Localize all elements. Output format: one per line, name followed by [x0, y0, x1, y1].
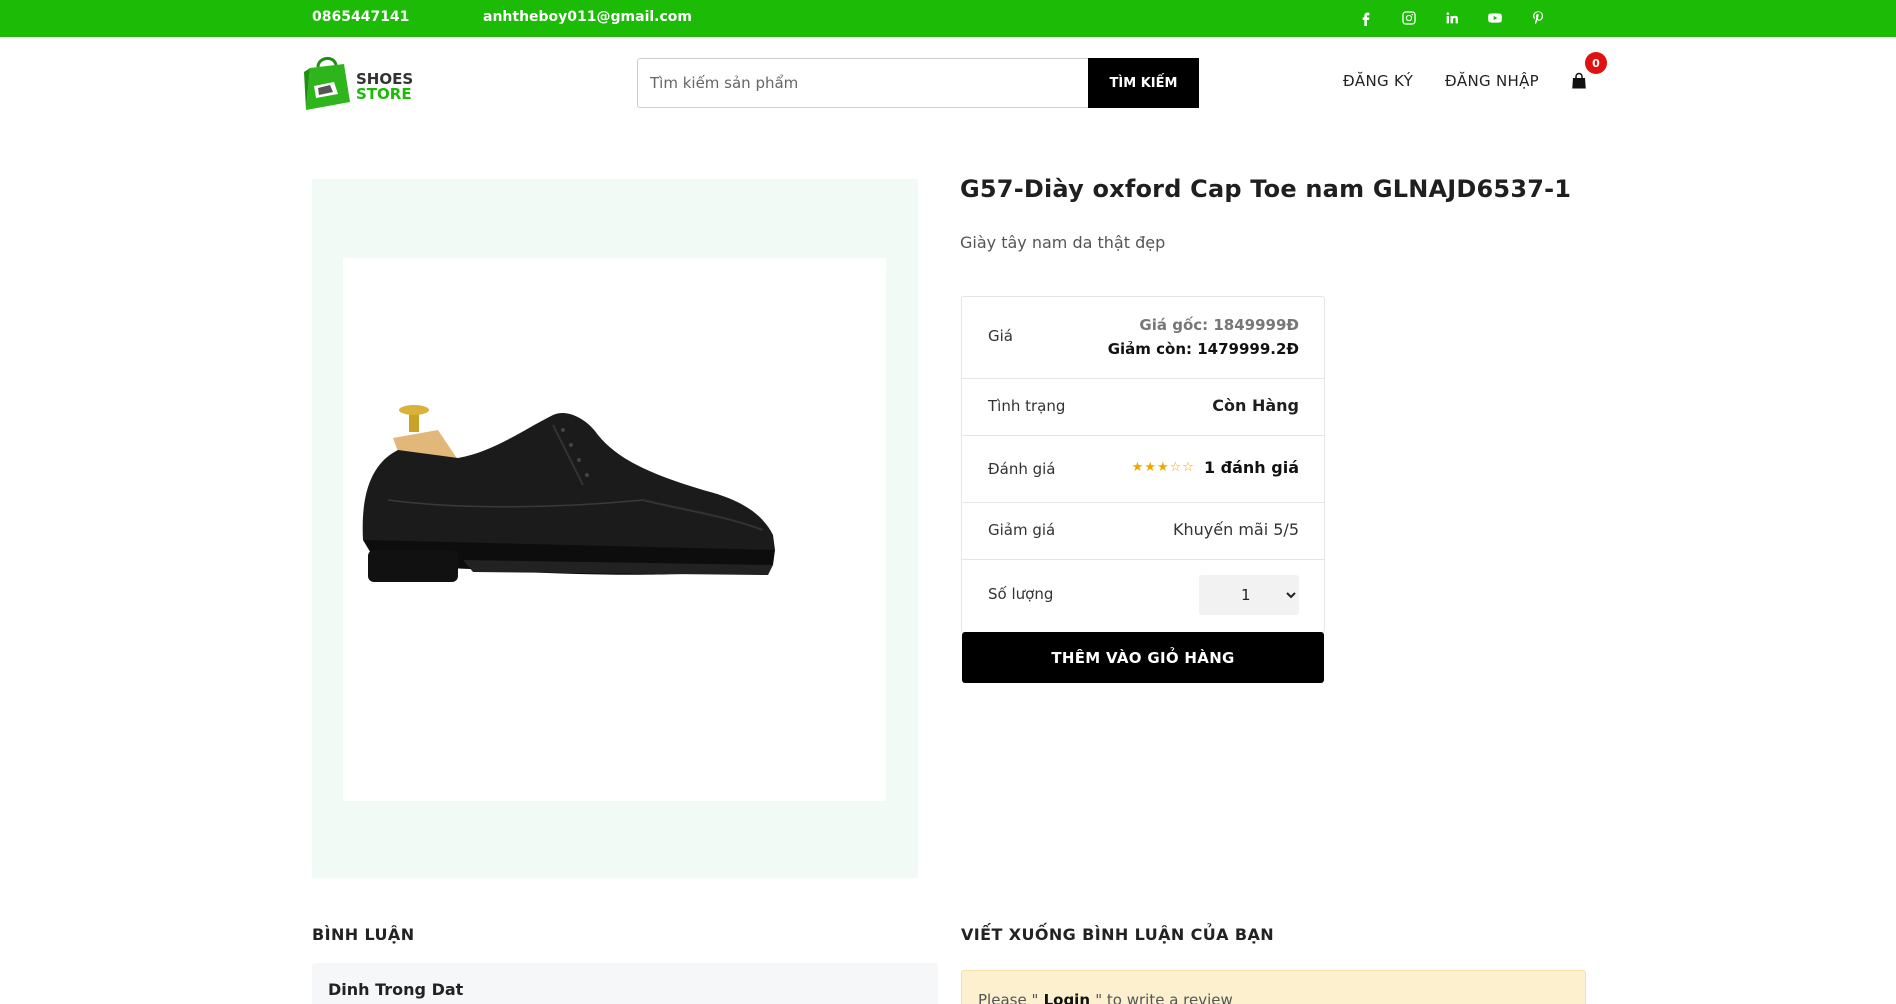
- rating-count[interactable]: 1 đánh giá: [1204, 458, 1299, 477]
- status-label: Tình trạng: [988, 397, 1066, 415]
- contact-email[interactable]: anhtheboy011@gmail.com: [483, 9, 692, 25]
- status-value: Còn Hàng: [1212, 396, 1299, 415]
- write-review-heading: VIẾT XUỐNG BÌNH LUẬN CỦA BẠN: [961, 925, 1275, 944]
- comment-author: Dinh Trong Dat: [328, 980, 464, 999]
- shopping-bag-icon[interactable]: [1570, 72, 1588, 90]
- star-filled-icon: ★: [1156, 460, 1169, 475]
- login-link-inline[interactable]: Login: [1038, 991, 1095, 1004]
- instagram-icon[interactable]: [1398, 7, 1420, 29]
- login-alert-text: Please " Login " to write a review: [978, 991, 1233, 1004]
- quantity-row: Số lượng 1: [962, 560, 1324, 632]
- rating-display: ★ ★ ★ ☆ ☆ 1 đánh giá: [1132, 458, 1299, 477]
- product-title: G57-Diày oxford Cap Toe nam GLNAJD6537-1: [960, 175, 1572, 203]
- product-subtitle: Giày tây nam da thật đẹp: [960, 233, 1166, 252]
- discount-row: Giảm giá Khuyến mãi 5/5: [962, 503, 1324, 560]
- login-link[interactable]: ĐĂNG NHẬP: [1445, 72, 1539, 90]
- product-image[interactable]: [343, 390, 886, 630]
- original-price: Giá gốc: 1849999Đ: [1139, 316, 1299, 334]
- top-bar: 0865447141 anhtheboy011@gmail.com: [0, 0, 1896, 37]
- alert-prefix: Please ": [978, 991, 1039, 1004]
- add-to-cart-button[interactable]: THÊM VÀO GIỎ HÀNG: [962, 632, 1324, 683]
- search-bar: TÌM KIẾM: [637, 58, 1199, 108]
- comments-heading: BÌNH LUẬN: [312, 925, 415, 944]
- logo-line-2: STORE: [356, 85, 412, 103]
- cart-count-badge: 0: [1585, 52, 1607, 74]
- discounted-price: Giảm còn: 1479999.2Đ: [1107, 340, 1299, 358]
- star-filled-icon: ★: [1144, 460, 1156, 475]
- rating-row: Đánh giá ★ ★ ★ ☆ ☆ 1 đánh giá: [962, 436, 1324, 503]
- pinterest-icon[interactable]: [1527, 7, 1549, 29]
- star-empty-icon: ☆: [1169, 460, 1182, 475]
- discount-label: Giảm giá: [988, 521, 1056, 539]
- register-link[interactable]: ĐĂNG KÝ: [1343, 72, 1413, 90]
- price-label: Giá: [988, 327, 1013, 345]
- discount-value: Khuyến mãi 5/5: [1173, 520, 1299, 539]
- social-links: [1355, 7, 1549, 29]
- quantity-label: Số lượng: [988, 585, 1054, 603]
- comment-card: Dinh Trong Dat: [312, 963, 938, 1004]
- product-info-table: Giá Giá gốc: 1849999Đ Giảm còn: 1479999.…: [961, 296, 1325, 633]
- search-button[interactable]: TÌM KIẾM: [1088, 58, 1199, 108]
- contact-phone: 0865447141: [312, 9, 410, 25]
- rating-label: Đánh giá: [988, 460, 1056, 478]
- youtube-icon[interactable]: [1484, 7, 1506, 29]
- quantity-select[interactable]: 1: [1199, 575, 1299, 615]
- rating-stars: ★ ★ ★ ☆ ☆: [1132, 461, 1194, 474]
- price-row: Giá Giá gốc: 1849999Đ Giảm còn: 1479999.…: [962, 297, 1324, 379]
- alert-suffix: " to write a review: [1095, 991, 1233, 1004]
- facebook-icon[interactable]: [1355, 7, 1377, 29]
- status-row: Tình trạng Còn Hàng: [962, 379, 1324, 436]
- linkedin-icon[interactable]: [1441, 7, 1463, 29]
- login-required-alert: Please " Login " to write a review: [961, 970, 1586, 1004]
- star-empty-icon: ☆: [1182, 460, 1194, 475]
- search-input[interactable]: [637, 58, 1088, 108]
- store-logo-text[interactable]: SHOES STORE: [356, 72, 413, 102]
- star-filled-icon: ★: [1131, 460, 1144, 475]
